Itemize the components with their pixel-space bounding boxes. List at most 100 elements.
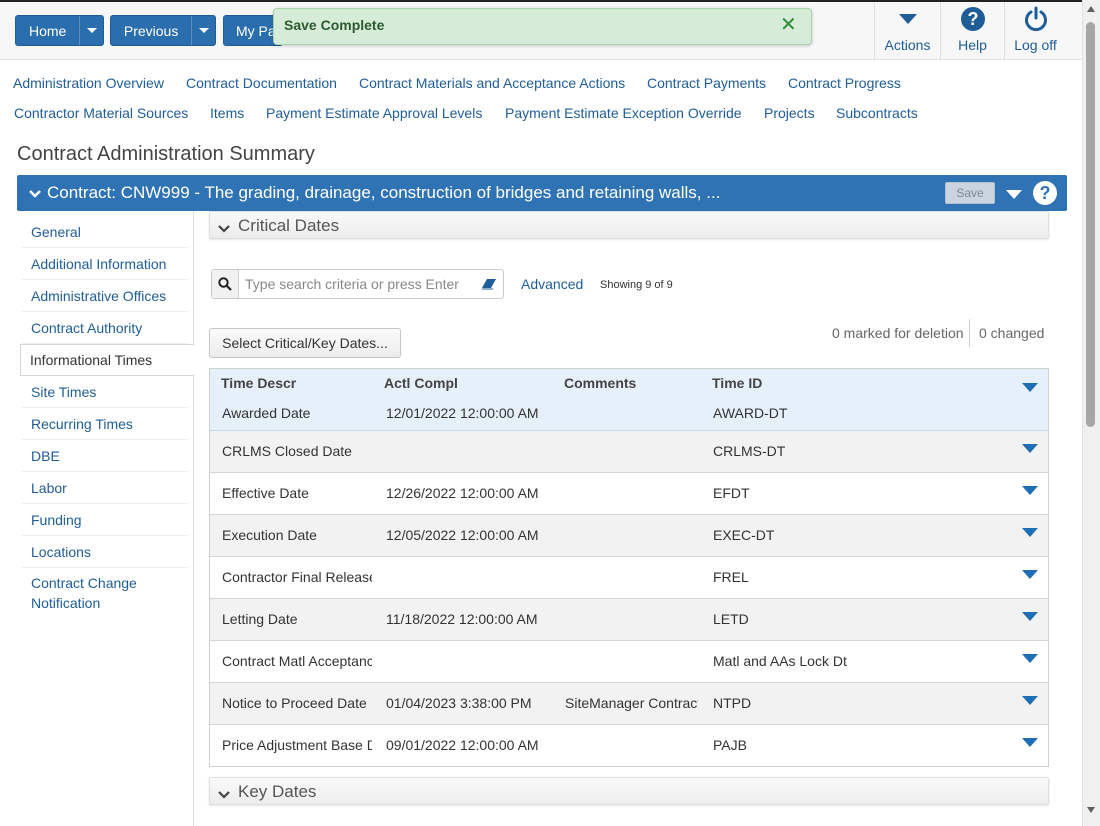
search-icon[interactable]: [212, 270, 239, 298]
critical-dates-header[interactable]: Critical Dates: [209, 211, 1049, 239]
scrollbar-thumb[interactable]: [1086, 22, 1095, 427]
sidebar-item-dbe[interactable]: DBE: [22, 440, 187, 472]
cell-comments: SiteManager Contract: [565, 695, 698, 711]
search-input[interactable]: [240, 270, 476, 298]
home-dropdown-button[interactable]: [79, 16, 103, 45]
table-row[interactable]: Contract Matl Acceptance Matl and AAs Lo…: [210, 641, 1048, 683]
table-row[interactable]: Effective Date 12/26/2022 12:00:00 AM EF…: [210, 473, 1048, 515]
log-off-button[interactable]: Log off: [1004, 2, 1066, 60]
previous-dropdown-button[interactable]: [191, 16, 215, 45]
save-button[interactable]: Save: [945, 182, 995, 204]
help-button[interactable]: ? Help: [940, 2, 1004, 60]
nav-link-contractor-material-sources[interactable]: Contractor Material Sources: [14, 105, 188, 121]
sidebar-item-labor[interactable]: Labor: [22, 472, 187, 504]
column-header-comments[interactable]: Comments: [564, 375, 636, 391]
column-header-time-id[interactable]: Time ID: [712, 375, 762, 391]
cell-time-descr: Awarded Date: [222, 405, 311, 421]
cell-actl-compl: 12/26/2022 12:00:00 AM: [386, 485, 539, 501]
home-button[interactable]: Home: [16, 16, 79, 45]
chevron-down-icon: [218, 221, 230, 237]
key-dates-title: Key Dates: [238, 782, 317, 801]
sidebar-item-informational-times[interactable]: Informational Times: [20, 344, 194, 376]
cell-time-descr: CRLMS Closed Date: [222, 443, 352, 459]
table-row[interactable]: CRLMS Closed Date CRLMS-DT: [210, 431, 1048, 473]
nav-link-subcontracts[interactable]: Subcontracts: [836, 105, 918, 121]
chevron-down-icon[interactable]: [29, 186, 41, 202]
nav-link-contract-payments[interactable]: Contract Payments: [647, 75, 766, 91]
table-row[interactable]: Letting Date 11/18/2022 12:00:00 AM LETD: [210, 599, 1048, 641]
sidebar-item-contract-authority[interactable]: Contract Authority: [22, 312, 187, 344]
cell-time-descr: Price Adjustment Base Date: [222, 737, 372, 753]
scroll-up-arrow-icon[interactable]: [1087, 6, 1095, 12]
close-icon[interactable]: ✕: [780, 15, 797, 35]
sidebar-item-additional-information[interactable]: Additional Information: [22, 248, 187, 280]
nav-link-contract-documentation[interactable]: Contract Documentation: [186, 75, 337, 91]
previous-button[interactable]: Previous: [111, 16, 191, 45]
cell-actl-compl: 11/18/2022 12:00:00 AM: [386, 611, 538, 627]
cell-time-descr: Letting Date: [222, 611, 298, 627]
actions-caret-icon: [875, 14, 940, 26]
cell-time-id: CRLMS-DT: [713, 443, 786, 459]
contract-menu-caret-icon[interactable]: [1006, 190, 1022, 199]
cell-actl-compl: 12/01/2022 12:00:00 AM: [386, 405, 539, 421]
nav-link-payment-estimate-approval-levels[interactable]: Payment Estimate Approval Levels: [266, 105, 482, 121]
actions-menu-button[interactable]: Actions: [874, 2, 940, 60]
row-actions-caret-icon[interactable]: [1022, 696, 1038, 705]
row-actions-caret-icon[interactable]: [1022, 486, 1038, 495]
sidebar-item-administrative-offices[interactable]: Administrative Offices: [22, 280, 187, 312]
advanced-search-link[interactable]: Advanced: [521, 276, 583, 292]
eraser-icon[interactable]: [475, 270, 503, 298]
sidebar-item-recurring-times[interactable]: Recurring Times: [22, 408, 187, 440]
row-actions-caret-icon[interactable]: [1022, 654, 1038, 663]
page-title: Contract Administration Summary: [17, 143, 315, 165]
actions-label: Actions: [884, 37, 931, 53]
sidebar: General Additional Information Administr…: [17, 211, 194, 826]
cell-time-id: Matl and AAs Lock Dt: [713, 653, 847, 669]
cell-actl-compl: 09/01/2022 12:00:00 AM: [386, 737, 539, 753]
row-actions-caret-icon[interactable]: [1022, 738, 1038, 747]
sidebar-item-locations[interactable]: Locations: [22, 536, 187, 568]
home-button-group: Home: [15, 15, 104, 46]
nav-link-contract-progress[interactable]: Contract Progress: [788, 75, 901, 91]
sidebar-item-general[interactable]: General: [22, 216, 187, 248]
table-row[interactable]: Notice to Proceed Date 01/04/2023 3:38:0…: [210, 683, 1048, 725]
cell-time-descr: Execution Date: [222, 527, 317, 543]
row-actions-caret-icon[interactable]: [1022, 528, 1038, 537]
sidebar-item-contract-change-notification[interactable]: Contract Change Notification: [22, 568, 162, 618]
sidebar-item-site-times[interactable]: Site Times: [22, 376, 187, 408]
nav-link-administration-overview[interactable]: Administration Overview: [13, 75, 164, 91]
cell-time-id: EFDT: [713, 485, 750, 501]
select-critical-key-dates-button[interactable]: Select Critical/Key Dates...: [209, 328, 401, 358]
contract-header-bar[interactable]: Contract: CNW999 - The grading, drainage…: [17, 175, 1067, 211]
help-icon[interactable]: ?: [1033, 181, 1057, 205]
cell-time-id: PAJB: [713, 737, 747, 753]
table-row[interactable]: Execution Date 12/05/2022 12:00:00 AM EX…: [210, 515, 1048, 557]
row-actions-caret-icon[interactable]: [1022, 570, 1038, 579]
column-header-actl-compl[interactable]: Actl Compl: [384, 375, 458, 391]
column-header-time-descr[interactable]: Time Descr: [221, 375, 296, 391]
table-row[interactable]: Contractor Final Release FREL: [210, 557, 1048, 599]
row-actions-caret-icon[interactable]: [1022, 383, 1038, 392]
cell-actl-compl: 01/04/2023 3:38:00 PM: [386, 695, 532, 711]
showing-count: Showing 9 of 9: [600, 279, 673, 291]
vertical-scrollbar[interactable]: [1082, 0, 1100, 826]
scroll-down-arrow-icon[interactable]: [1087, 807, 1095, 813]
row-actions-caret-icon[interactable]: [1022, 612, 1038, 621]
help-icon: ?: [941, 6, 1004, 32]
table-row[interactable]: Price Adjustment Base Date 09/01/2022 12…: [210, 725, 1048, 767]
marked-for-deletion-count: 0 marked for deletion: [832, 325, 964, 341]
previous-button-group: Previous: [110, 15, 216, 46]
cell-time-descr: Effective Date: [222, 485, 309, 501]
nav-link-contract-materials[interactable]: Contract Materials and Acceptance Action…: [359, 75, 625, 91]
nav-link-payment-estimate-exception-override[interactable]: Payment Estimate Exception Override: [505, 105, 742, 121]
nav-link-projects[interactable]: Projects: [764, 105, 815, 121]
chevron-down-icon: [198, 28, 209, 33]
cell-time-id: LETD: [713, 611, 749, 627]
nav-link-items[interactable]: Items: [210, 105, 244, 121]
critical-dates-title: Critical Dates: [238, 216, 340, 235]
help-label: Help: [958, 37, 987, 53]
cell-time-descr: Contractor Final Release: [222, 569, 372, 585]
row-actions-caret-icon[interactable]: [1022, 444, 1038, 453]
sidebar-item-funding[interactable]: Funding: [22, 504, 187, 536]
key-dates-header[interactable]: Key Dates: [209, 777, 1049, 805]
